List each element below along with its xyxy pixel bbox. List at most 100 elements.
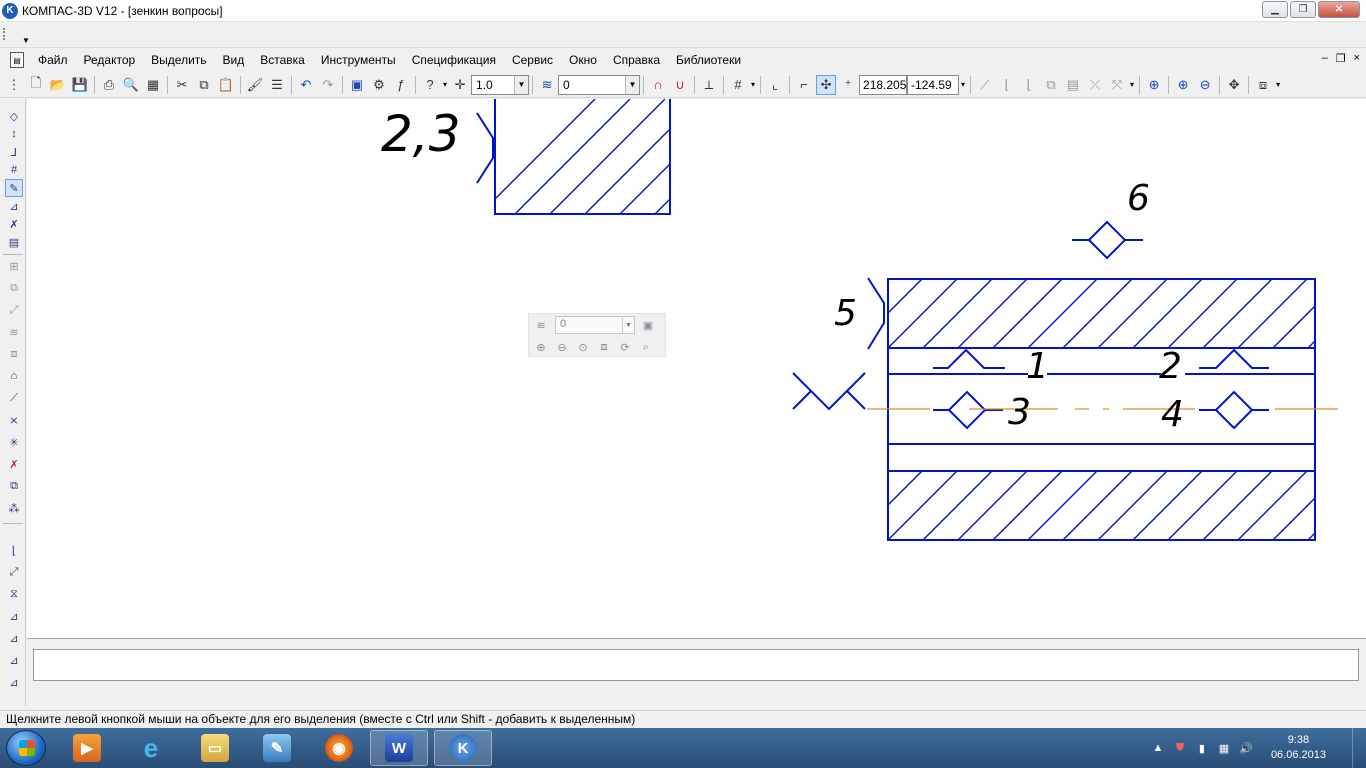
manager-icon[interactable]: ▣ (347, 75, 367, 95)
redo-icon[interactable]: ↷ (318, 75, 338, 95)
edit-tool-4-icon[interactable]: ⧉ (1041, 75, 1061, 95)
command-field[interactable] (33, 649, 1359, 681)
taskbar-firefox[interactable]: ◉ (310, 730, 368, 766)
show-desktop-button[interactable] (1352, 728, 1366, 768)
tray-security-icon[interactable]: ⛊ (1173, 741, 1187, 755)
undo-icon[interactable]: ↶ (296, 75, 316, 95)
menu-libraries[interactable]: Библиотеки (668, 48, 749, 72)
tool-l-icon[interactable]: ⁂ (5, 499, 23, 517)
tool-b-icon[interactable]: ⧉ (5, 279, 23, 297)
tray-network-icon[interactable]: ▦ (1217, 741, 1231, 755)
constraint-b-icon[interactable]: ⤢ (5, 563, 23, 581)
zoom-in-icon[interactable]: ⊕ (532, 338, 550, 356)
taskbar-tool[interactable]: ✎ (248, 730, 306, 766)
menu-file[interactable]: Файл (30, 48, 76, 72)
edit-tool-2-icon[interactable]: ⌊ (997, 75, 1017, 95)
constraint-a-icon[interactable]: ⌊ (5, 541, 23, 559)
editing-icon[interactable]: # (5, 161, 23, 179)
tool-g-icon[interactable]: ⟋ (5, 389, 23, 407)
chevron-down-icon[interactable]: ▾ (1130, 80, 1134, 89)
edit-tool-7-icon[interactable]: ⤧ (1107, 75, 1127, 95)
select-icon[interactable]: ✗ (5, 215, 23, 233)
tool-c-icon[interactable]: ⤢ (5, 301, 23, 319)
local-cs-icon[interactable]: ⌞ (765, 75, 785, 95)
menu-help[interactable]: Справка (605, 48, 668, 72)
floating-layer-combo[interactable]: 0 ▼ (555, 316, 635, 334)
constraint-d-icon[interactable]: ⊿ (5, 607, 23, 625)
coord-x-field[interactable]: 218.205 (859, 74, 908, 95)
zoom-in-icon[interactable]: ⊕ (1173, 75, 1193, 95)
constraint-c-icon[interactable]: ⧖ (5, 585, 23, 603)
local-snap-icon[interactable]: ∪ (670, 75, 690, 95)
tray-volume-icon[interactable]: 🔊 (1239, 741, 1253, 755)
ortho-icon[interactable]: ⟂ (699, 75, 719, 95)
zoom-out-icon[interactable]: ⊖ (1195, 75, 1215, 95)
step-combo[interactable]: 1.0 ▼ (471, 74, 530, 95)
layers-icon[interactable]: ≋ (532, 316, 550, 334)
chevron-down-icon[interactable]: ▼ (514, 75, 529, 94)
menu-specification[interactable]: Спецификация (404, 48, 504, 72)
constraint-f-icon[interactable]: ⊿ (5, 651, 23, 669)
taskbar-explorer[interactable]: ▭ (186, 730, 244, 766)
menu-service[interactable]: Сервис (504, 48, 561, 72)
snap-magnet-icon[interactable]: ∩ (648, 75, 668, 95)
measure-icon[interactable]: ⊿ (5, 197, 23, 215)
copy-icon[interactable]: ⧉ (194, 75, 214, 95)
chevron-down-icon[interactable]: ▾ (751, 80, 755, 89)
clock[interactable]: 9:38 06.06.2013 (1271, 733, 1326, 763)
taskbar-word[interactable]: W (370, 730, 428, 766)
restore-button[interactable]: ❐ (1290, 1, 1316, 18)
zoom-page-icon[interactable]: ⌕ (637, 338, 655, 356)
tool-i-icon[interactable]: ✳ (5, 433, 23, 451)
grip-handle[interactable] (3, 28, 6, 40)
pan-icon[interactable]: ✥ (1224, 75, 1244, 95)
tool-j-icon[interactable]: ✗ (5, 455, 23, 473)
step-cursor-icon[interactable]: ✛ (450, 75, 470, 95)
zoom-window-icon[interactable]: ⊕ (1144, 75, 1164, 95)
layers-icon[interactable]: ≋ (537, 75, 557, 95)
menu-editor[interactable]: Редактор (76, 48, 144, 72)
help-pointer-icon[interactable]: ? (420, 75, 440, 95)
menu-insert[interactable]: Вставка (252, 48, 313, 72)
save-icon[interactable]: 💾 (70, 75, 90, 95)
refresh-icon[interactable]: ⟳ (616, 338, 634, 356)
chevron-down-icon[interactable]: ▾ (443, 80, 447, 89)
print-settings-icon[interactable]: ▦ (143, 75, 163, 95)
layer-combo[interactable]: 0 ▼ (558, 74, 641, 95)
doc-close-button[interactable]: × (1354, 52, 1360, 65)
cursor-xy-icon[interactable]: ⁺ (838, 75, 858, 95)
tool-h-icon[interactable]: ⨯ (5, 411, 23, 429)
edit-tool-5-icon[interactable]: ▤ (1063, 75, 1083, 95)
coord-y-field[interactable]: -124.59 (907, 74, 960, 95)
chevron-down-icon[interactable]: ▼ (622, 317, 634, 333)
tool-f-icon[interactable]: ⌂ (5, 367, 23, 385)
designations-icon[interactable]: ⅃ (5, 143, 23, 161)
menu-view[interactable]: Вид (215, 48, 253, 72)
taskbar-media-player[interactable]: ▶ (58, 730, 116, 766)
minimize-button[interactable]: ▁ (1262, 1, 1288, 18)
start-button[interactable] (6, 730, 46, 766)
edit-tool-3-icon[interactable]: ⌊ (1019, 75, 1039, 95)
tool-d-icon[interactable]: ≋ (5, 323, 23, 341)
tool-e-icon[interactable]: ⧈ (5, 345, 23, 363)
sizes-icon[interactable]: ↕ (5, 125, 23, 143)
print-icon[interactable]: ⎙ (99, 75, 119, 95)
chevron-down-icon[interactable]: ▼ (22, 36, 30, 45)
print-preview-icon[interactable]: 🔍 (121, 75, 141, 95)
geometry-icon[interactable]: ◇ (5, 107, 23, 125)
kompas-app-icon[interactable]: K (2, 2, 18, 19)
open-icon[interactable]: 📂 (48, 75, 68, 95)
tray-expand-icon[interactable]: ▲ (1151, 741, 1165, 755)
chevron-down-icon[interactable]: ▼ (625, 75, 640, 94)
round-icon[interactable]: ✣ (816, 74, 837, 95)
show-all-icon[interactable]: ⧈ (1253, 75, 1273, 95)
grip-icon[interactable]: ⋮ (4, 75, 24, 95)
properties-brush-icon[interactable]: 🖌 (245, 75, 265, 95)
doc-minimize-button[interactable]: – (1322, 52, 1328, 65)
list-icon[interactable]: ☰ (267, 75, 287, 95)
edit-tool-1-icon[interactable]: ⟋ (975, 75, 995, 95)
taskbar-kompas[interactable]: K (434, 730, 492, 766)
spec-icon[interactable]: ▤ (5, 233, 23, 251)
chevron-down-icon[interactable]: ▾ (1276, 80, 1280, 89)
grid-icon[interactable]: # (728, 75, 748, 95)
